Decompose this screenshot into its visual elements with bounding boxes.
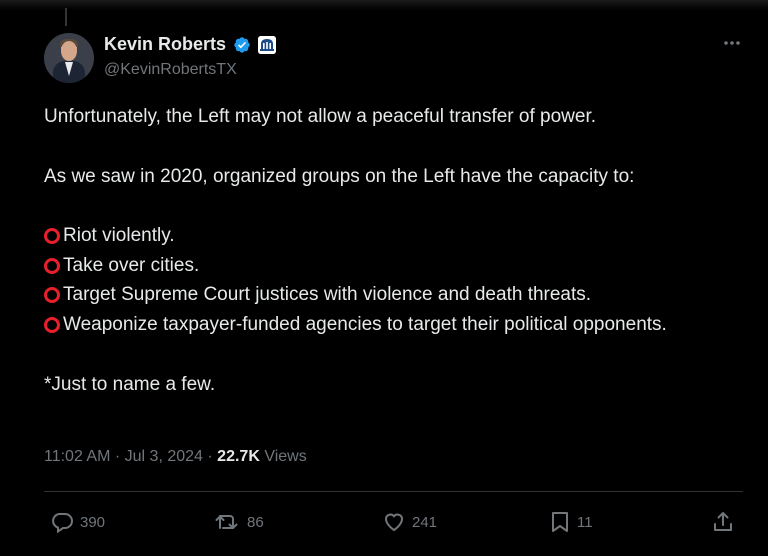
red-circle-icon <box>44 228 60 245</box>
tweet-date[interactable]: Jul 3, 2024 <box>125 448 203 465</box>
list-item-text: Target Supreme Court justices with viole… <box>63 284 592 306</box>
repost-count: 86 <box>247 513 264 531</box>
views-label: Views <box>264 448 307 465</box>
thread-connector-line <box>65 8 67 26</box>
list-item: Riot violently. <box>44 221 744 251</box>
views-count[interactable]: 22.7K <box>217 448 260 465</box>
list-item: Take over cities. <box>44 251 744 281</box>
verified-badge-icon <box>234 37 250 53</box>
more-options-button[interactable] <box>720 34 744 52</box>
list-item: Weaponize taxpayer-funded agencies to ta… <box>44 310 684 340</box>
red-circle-icon <box>44 257 60 274</box>
repost-button[interactable]: 86 <box>215 509 264 535</box>
bookmark-icon <box>552 512 568 532</box>
reply-icon <box>52 513 73 534</box>
avatar[interactable] <box>44 33 94 83</box>
list-item-text: Take over cities. <box>63 254 200 276</box>
tweet-line: As we saw in 2020, organized groups on t… <box>44 165 635 187</box>
tweet-line: Unfortunately, the Left may not allow a … <box>44 106 597 127</box>
divider <box>44 491 743 492</box>
author-name[interactable]: Kevin Roberts <box>104 34 226 55</box>
heritage-bell-icon <box>258 36 276 54</box>
tweet-text: Unfortunately, the Left may not allow a … <box>44 102 744 399</box>
reply-count: 390 <box>80 513 106 531</box>
red-circle-icon <box>44 287 60 304</box>
affiliate-badge[interactable] <box>258 36 276 54</box>
list-item-text: Weaponize taxpayer-funded agencies to ta… <box>63 313 667 335</box>
reply-button[interactable]: 390 <box>50 509 105 535</box>
tweet-time[interactable]: 11:02 AM <box>44 448 110 465</box>
author-handle[interactable]: @KevinRobertsTX <box>104 61 237 79</box>
red-circle-icon <box>44 316 60 333</box>
list-item: Target Supreme Court justices with viole… <box>44 280 744 310</box>
list-item-text: Riot violently. <box>63 225 175 247</box>
share-button[interactable] <box>711 509 735 535</box>
tweet-meta: 11:02 AM · Jul 3, 2024 · 22.7K Views <box>44 448 307 465</box>
heart-icon <box>384 513 404 532</box>
like-button[interactable]: 241 <box>382 509 437 535</box>
more-icon <box>724 41 740 45</box>
tweet-closing: *Just to name a few. <box>44 373 216 395</box>
previous-content-edge <box>0 0 768 10</box>
bookmark-count: 11 <box>577 513 593 531</box>
like-count: 241 <box>412 513 438 531</box>
bookmark-button[interactable]: 11 <box>549 509 593 535</box>
repost-icon <box>215 515 238 529</box>
share-icon <box>714 512 732 531</box>
